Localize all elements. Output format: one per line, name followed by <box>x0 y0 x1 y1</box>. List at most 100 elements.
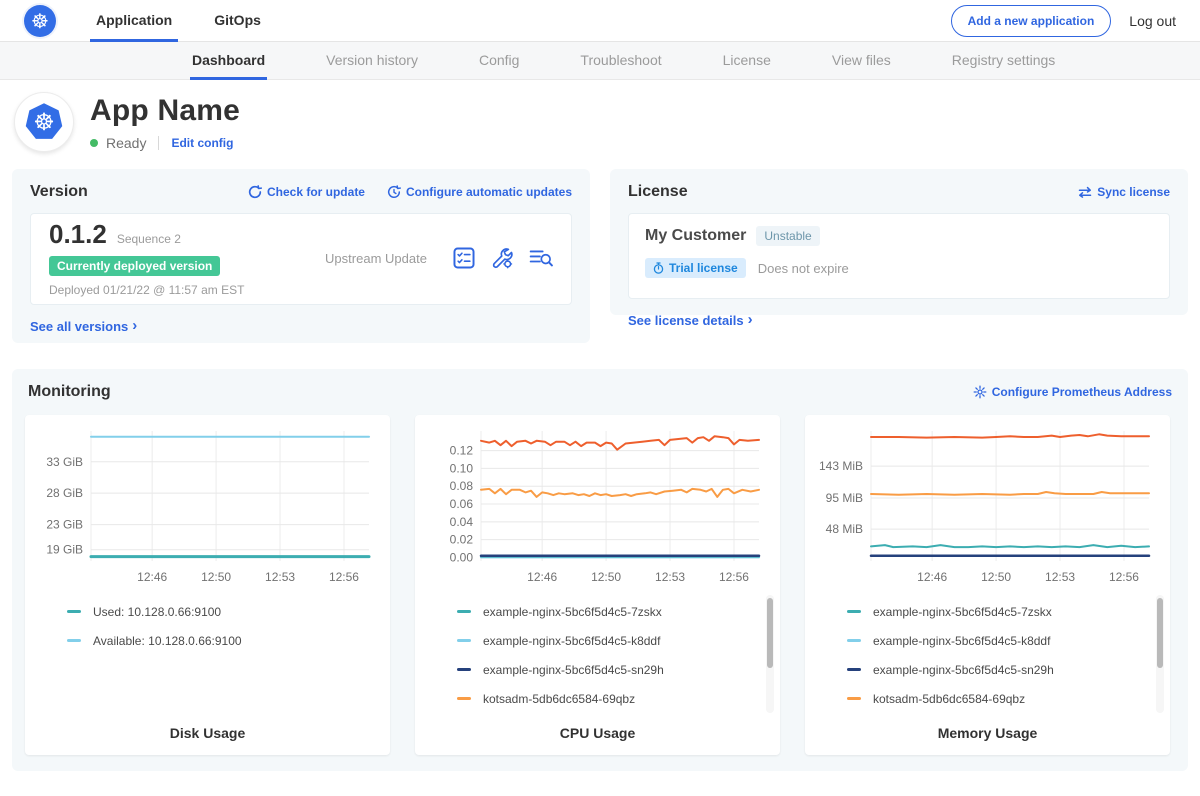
scrollbar-thumb[interactable] <box>767 598 773 668</box>
svg-text:12:50: 12:50 <box>981 570 1011 584</box>
svg-text:19 GiB: 19 GiB <box>46 543 83 557</box>
legend-item: example-nginx-5bc6f5d4c5-sn29h <box>847 655 1160 684</box>
svg-text:95 MiB: 95 MiB <box>826 491 863 505</box>
logout-link[interactable]: Log out <box>1129 13 1176 29</box>
legend-swatch <box>847 697 861 700</box>
configure-automatic-updates-link[interactable]: Configure automatic updates <box>387 185 572 199</box>
page-title: App Name <box>90 94 240 128</box>
deployed-badge: Currently deployed version <box>49 256 220 276</box>
gear-icon <box>973 385 987 399</box>
legend-scrollbar[interactable] <box>766 595 774 713</box>
legend-scrollbar[interactable] <box>1156 595 1164 713</box>
tab-license[interactable]: License <box>721 42 773 80</box>
see-license-details-link[interactable]: See license details › <box>628 312 1170 329</box>
edit-config-link[interactable]: Edit config <box>171 136 233 150</box>
license-details-row: My Customer Unstable Trial license Does … <box>628 213 1170 299</box>
chevron-right-icon: › <box>132 317 137 334</box>
see-all-versions-link[interactable]: See all versions › <box>30 318 572 335</box>
tab-version-history[interactable]: Version history <box>324 42 420 80</box>
app-sub-nav: Dashboard Version history Config Troublesho… <box>0 42 1200 80</box>
top-nav-tab-gitops[interactable]: GitOps <box>208 0 267 42</box>
svg-text:12:46: 12:46 <box>917 570 947 584</box>
svg-text:12:53: 12:53 <box>265 570 295 584</box>
legend-swatch <box>847 610 861 613</box>
svg-text:33 GiB: 33 GiB <box>46 455 83 469</box>
legend-label: example-nginx-5bc6f5d4c5-7zskx <box>873 605 1052 619</box>
legend-item: example-nginx-5bc6f5d4c5-7zskx <box>847 597 1160 626</box>
legend-item: example-nginx-5bc6f5d4c5-k8ddf <box>847 626 1160 655</box>
preflight-checks-icon[interactable] <box>453 247 475 269</box>
version-card: Version Check for update <box>12 169 590 343</box>
version-number: 0.1.2 <box>49 219 107 250</box>
svg-text:0.12: 0.12 <box>450 444 474 458</box>
legend-label: example-nginx-5bc6f5d4c5-7zskx <box>483 605 662 619</box>
svg-text:12:53: 12:53 <box>655 570 685 584</box>
divider <box>158 136 159 150</box>
customer-name: My Customer <box>645 227 746 245</box>
svg-text:12:50: 12:50 <box>591 570 621 584</box>
app-header: ☸ App Name Ready Edit config <box>0 80 1200 166</box>
svg-text:0.06: 0.06 <box>450 497 474 511</box>
legend-swatch <box>457 697 471 700</box>
svg-text:12:56: 12:56 <box>719 570 749 584</box>
svg-text:0.10: 0.10 <box>450 461 474 475</box>
disk-usage-chart: 19 GiB23 GiB28 GiB33 GiB12:4612:5012:531… <box>35 423 380 591</box>
memory-usage-legend: example-nginx-5bc6f5d4c5-7zskx example-ng… <box>815 597 1160 719</box>
dashboard-content: Version Check for update <box>0 166 1200 787</box>
legend-label: example-nginx-5bc6f5d4c5-k8ddf <box>873 634 1050 648</box>
svg-text:23 GiB: 23 GiB <box>46 518 83 532</box>
legend-item: kotsadm-5db6dc6584-69qbz <box>847 684 1160 713</box>
legend-label: Used: 10.128.0.66:9100 <box>93 605 221 619</box>
legend-swatch <box>67 610 81 613</box>
legend-item: Used: 10.128.0.66:9100 <box>67 597 380 626</box>
top-nav-tab-application[interactable]: Application <box>90 0 178 42</box>
app-avatar: ☸ <box>14 92 74 152</box>
cpu-usage-legend: example-nginx-5bc6f5d4c5-7zskx example-ng… <box>425 597 770 719</box>
top-nav: ☸ Application GitOps Add a new applicatio… <box>0 0 1200 42</box>
stopwatch-icon <box>653 262 664 274</box>
svg-text:12:53: 12:53 <box>1045 570 1075 584</box>
sync-license-link[interactable]: Sync license <box>1078 185 1170 199</box>
deployed-timestamp: Deployed 01/21/22 @ 11:57 am EST <box>49 283 299 297</box>
schedule-update-icon <box>387 185 401 199</box>
tab-view-files[interactable]: View files <box>830 42 893 80</box>
license-card: License Sync license My <box>610 169 1188 315</box>
current-version-row: 0.1.2 Sequence 2 Currently deployed vers… <box>30 213 572 305</box>
legend-item: example-nginx-5bc6f5d4c5-sn29h <box>457 655 770 684</box>
add-new-application-button[interactable]: Add a new application <box>951 5 1112 37</box>
svg-text:143 MiB: 143 MiB <box>819 459 863 473</box>
app-logo-small[interactable]: ☸ <box>24 0 56 41</box>
check-for-update-link[interactable]: Check for update <box>248 185 365 199</box>
svg-text:12:46: 12:46 <box>527 570 557 584</box>
legend-label: Available: 10.128.0.66:9100 <box>93 634 242 648</box>
memory-usage-chart-title: Memory Usage <box>815 725 1160 745</box>
monitoring-title: Monitoring <box>28 383 111 401</box>
version-source-label: Upstream Update <box>299 251 453 266</box>
view-diff-icon[interactable] <box>529 248 553 268</box>
svg-text:☸: ☸ <box>33 109 54 136</box>
license-card-title: License <box>628 183 688 201</box>
svg-text:48 MiB: 48 MiB <box>826 522 863 536</box>
config-wrench-icon[interactable] <box>491 247 513 269</box>
chevron-right-icon: › <box>748 311 753 328</box>
svg-text:12:46: 12:46 <box>137 570 167 584</box>
tab-troubleshoot[interactable]: Troubleshoot <box>578 42 663 80</box>
tab-dashboard[interactable]: Dashboard <box>190 42 267 80</box>
memory-usage-chart: 48 MiB 95 MiB 143 MiB 12:46 12:50 12:53 12:56 <box>815 423 1160 591</box>
tab-registry-settings[interactable]: Registry settings <box>950 42 1057 80</box>
disk-usage-chart-card: 19 GiB23 GiB28 GiB33 GiB12:4612:5012:531… <box>25 415 390 755</box>
cpu-usage-chart: 0.000.020.040.060.080.100.1212:4612:5012… <box>425 423 770 591</box>
scrollbar-thumb[interactable] <box>1157 598 1163 668</box>
tab-config[interactable]: Config <box>477 42 521 80</box>
legend-swatch <box>847 639 861 642</box>
svg-text:28 GiB: 28 GiB <box>46 486 83 500</box>
svg-text:12:56: 12:56 <box>1109 570 1139 584</box>
license-expiry-text: Does not expire <box>758 261 849 276</box>
top-nav-tabs: Application GitOps <box>90 0 267 41</box>
legend-label: kotsadm-5db6dc6584-69qbz <box>873 692 1025 706</box>
configure-prometheus-link[interactable]: Configure Prometheus Address <box>973 385 1172 399</box>
legend-label: example-nginx-5bc6f5d4c5-k8ddf <box>483 634 660 648</box>
refresh-icon <box>248 185 262 199</box>
cpu-usage-chart-card: 0.000.020.040.060.080.100.1212:4612:5012… <box>415 415 780 755</box>
legend-item: example-nginx-5bc6f5d4c5-7zskx <box>457 597 770 626</box>
